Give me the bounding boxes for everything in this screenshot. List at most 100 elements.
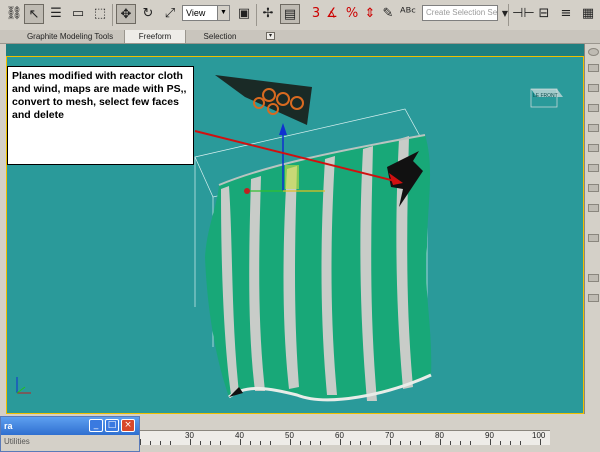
timeline-tick [420, 441, 421, 445]
tab-label: Freeform [138, 32, 172, 41]
timeline-tick [410, 441, 411, 445]
mirror-icon[interactable]: ⊣⊢ [512, 4, 535, 24]
minimize-icon: _ [93, 420, 99, 430]
timeline-tick [260, 441, 261, 445]
timeline-label: 90 [485, 431, 494, 440]
status-area [140, 444, 600, 452]
timeline-tick [510, 441, 511, 445]
rectangular-selection-icon[interactable]: ▭ [68, 4, 88, 24]
tab-freeform[interactable]: Freeform [124, 30, 186, 43]
edit-named-selection-icon[interactable]: ✎ [378, 4, 398, 24]
chevron-down-icon: ▾ [268, 33, 272, 39]
chevron-down-icon: ▼ [217, 6, 229, 20]
close-button[interactable]: × [121, 419, 135, 432]
link-icon[interactable]: ⛓ [4, 4, 24, 24]
timeline-label: 40 [235, 431, 244, 440]
timeline-tick [170, 441, 171, 445]
banner-plane [215, 75, 312, 125]
floating-utilities-window[interactable]: ra _ □ × Utilities [0, 416, 140, 452]
tab-selection[interactable]: Selection [190, 30, 250, 43]
timeline-tick [210, 441, 211, 445]
maximize-button[interactable]: □ [105, 419, 119, 432]
gear-icon[interactable] [588, 48, 599, 56]
reference-coordinate-select[interactable]: View ▼ [182, 5, 230, 21]
reference-coordinate-value: View [186, 8, 206, 18]
named-selection-sets-input[interactable]: Create Selection Se [422, 5, 498, 21]
timeline-label: 100 [532, 431, 546, 440]
timeline-tick [140, 439, 141, 445]
timeline-tick [300, 441, 301, 445]
snap-toggle-label: 3 [311, 6, 321, 21]
floating-window-subtitle: Utilities [4, 437, 30, 446]
command-panel[interactable] [584, 44, 600, 414]
rotate-icon[interactable]: ↻ [138, 4, 158, 24]
timeline-label: 60 [335, 431, 344, 440]
maximize-icon: □ [107, 420, 117, 430]
timeline-tick [200, 441, 201, 445]
timeline-tick [460, 441, 461, 445]
panel-button[interactable] [588, 274, 599, 282]
timeline-label: 30 [185, 431, 194, 440]
timeline-tick [370, 441, 371, 445]
align-icon[interactable]: ⊟ [534, 4, 554, 24]
graphite-toggle-icon[interactable]: ▦ [578, 4, 598, 24]
panel-button[interactable] [588, 164, 599, 172]
scale-icon[interactable]: ⤢ [160, 4, 180, 24]
close-icon: × [124, 420, 132, 430]
pivot-center-icon[interactable]: ▣ [234, 4, 254, 24]
viewcube-label[interactable]: LE FRONT [533, 93, 558, 99]
timeline-tick [450, 441, 451, 445]
panel-button[interactable] [588, 234, 599, 242]
ribbon-menu-button[interactable]: ▾ [266, 32, 275, 40]
abc-named-selection-icon[interactable]: ᴬᴮᶜ [398, 4, 418, 24]
timeline-label: 70 [385, 431, 394, 440]
minimize-button[interactable]: _ [89, 419, 103, 432]
timeline-tick [270, 441, 271, 445]
timeline-tick [150, 441, 151, 445]
panel-button[interactable] [588, 104, 599, 112]
panel-button[interactable] [588, 294, 599, 302]
panel-button[interactable] [588, 124, 599, 132]
floating-window-title: ra [4, 421, 13, 431]
timeline-tick [220, 441, 221, 445]
annotation-callout: Planes modified with reactor cloth and w… [7, 66, 194, 165]
timeline-label: 80 [435, 431, 444, 440]
panel-button[interactable] [588, 184, 599, 192]
timeline-tick [310, 441, 311, 445]
select-object-icon[interactable]: ↖ [24, 4, 44, 24]
select-by-name-icon[interactable]: ☰ [46, 4, 66, 24]
panel-button[interactable] [588, 204, 599, 212]
keyboard-shortcut-override-icon[interactable]: ▤ [280, 4, 300, 24]
tab-graphite-modeling-tools[interactable]: Graphite Modeling Tools [20, 30, 120, 43]
percent-snap-icon[interactable]: % [342, 4, 362, 24]
angle-snap-icon[interactable]: ∡ [322, 4, 342, 24]
select-manipulate-icon[interactable]: ✢ [258, 4, 278, 24]
time-slider-track[interactable]: 30 40 50 60 70 80 90 100 [140, 430, 550, 445]
timeline-tick [250, 441, 251, 445]
named-selection-sets-placeholder: Create Selection Se [426, 8, 498, 17]
tab-label: Selection [203, 32, 237, 41]
timeline-tick [400, 441, 401, 445]
timeline-label: 50 [285, 431, 294, 440]
timeline-tick [520, 441, 521, 445]
axis-tripod [16, 377, 31, 394]
window-crossing-icon[interactable]: ⬚ [90, 4, 110, 24]
toolbar-separator [508, 4, 509, 26]
timeline-tick [360, 441, 361, 445]
annotation-text: Planes modified with reactor cloth and w… [12, 70, 187, 121]
layer-manager-icon[interactable]: ≡ [556, 4, 576, 24]
panel-button[interactable] [588, 144, 599, 152]
panel-button[interactable] [588, 84, 599, 92]
timeline-tick [160, 441, 161, 445]
main-toolbar: ⛓ ↖ ☰ ▭ ⬚ ✥ ↻ ⤢ View ▼ ▣ ✢ ▤ 3 ∡ % ⇕ ✎ ᴬ… [0, 0, 600, 31]
panel-button[interactable] [588, 64, 599, 72]
toolbar-separator [112, 4, 113, 26]
timeline-tick [320, 441, 321, 445]
ribbon-tabs: Graphite Modeling Tools Freeform Selecti… [0, 30, 600, 44]
timeline-tick [500, 441, 501, 445]
viewport-label-bar[interactable] [6, 44, 584, 56]
move-icon[interactable]: ✥ [116, 4, 136, 24]
timeline-tick [470, 441, 471, 445]
timeline-tick [350, 441, 351, 445]
spinner-snap-icon[interactable]: ⇕ [360, 4, 380, 24]
